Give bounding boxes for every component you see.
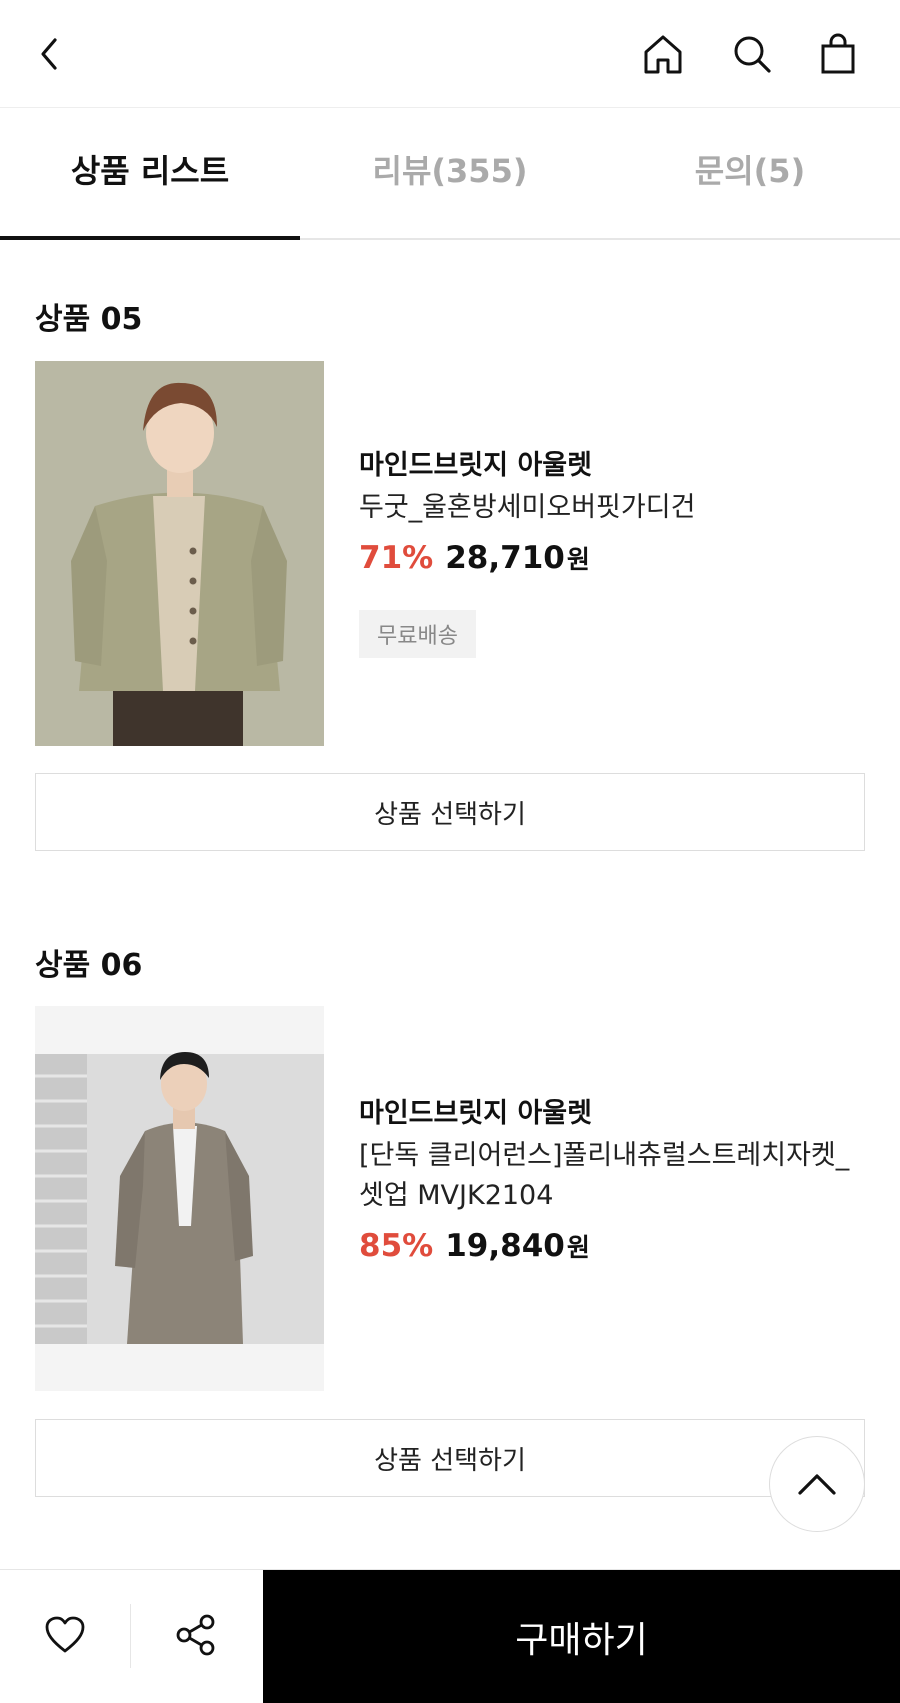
discount-rate: 85% xyxy=(359,1228,434,1264)
select-product-button[interactable]: 상품 선택하기 xyxy=(35,773,865,851)
price: 28,710 xyxy=(445,540,565,576)
product-name[interactable]: 두굿_울혼방세미오버핏가디건 xyxy=(359,488,879,528)
search-icon[interactable] xyxy=(726,28,778,80)
bottom-action-bar: 구매하기 xyxy=(0,1569,900,1703)
product-info: 마인드브릿지 아울렛 두굿_울혼방세미오버핏가디건 71% 28,710 원 무… xyxy=(359,446,879,658)
product-name[interactable]: [단독 클리어런스]폴리내츄럴스트레치자켓_ xyxy=(359,1136,879,1176)
divider xyxy=(130,1604,131,1668)
tab-label: 리뷰(355) xyxy=(372,152,528,190)
tab-product-list[interactable]: 상품 리스트 xyxy=(0,108,300,240)
price-row: 71% 28,710 원 xyxy=(359,538,879,580)
tab-bar: 상품 리스트 리뷰(355) 문의(5) xyxy=(0,108,900,240)
product-image[interactable] xyxy=(35,1006,324,1391)
buy-button-label: 구매하기 xyxy=(515,1620,648,1661)
tab-label: 상품 리스트 xyxy=(70,152,230,190)
section-title: 상품 05 xyxy=(35,302,143,337)
shopping-bag-icon[interactable] xyxy=(812,28,864,80)
brand-name[interactable]: 마인드브릿지 아울렛 xyxy=(359,446,879,486)
free-shipping-badge: 무료배송 xyxy=(359,610,476,658)
section-title: 상품 06 xyxy=(35,948,143,983)
buy-button[interactable]: 구매하기 xyxy=(263,1570,900,1703)
product-info: 마인드브릿지 아울렛 [단독 클리어런스]폴리내츄럴스트레치자켓_ 셋업 MVJ… xyxy=(359,1094,879,1268)
product-image[interactable] xyxy=(35,361,324,746)
brand-name[interactable]: 마인드브릿지 아울렛 xyxy=(359,1094,879,1134)
back-icon[interactable] xyxy=(24,28,76,80)
scroll-top-button[interactable] xyxy=(769,1436,865,1532)
select-button-label: 상품 선택하기 xyxy=(374,1445,526,1476)
discount-rate: 71% xyxy=(359,540,434,576)
currency: 원 xyxy=(566,545,590,574)
price: 19,840 xyxy=(445,1228,565,1264)
price-row: 85% 19,840 원 xyxy=(359,1226,879,1268)
select-product-button[interactable]: 상품 선택하기 xyxy=(35,1419,865,1497)
home-icon[interactable] xyxy=(637,28,689,80)
product-name-line2[interactable]: 셋업 MVJK2104 xyxy=(359,1176,879,1216)
chevron-up-icon xyxy=(798,1474,836,1495)
tab-inquiries[interactable]: 문의(5) xyxy=(600,108,900,238)
tab-reviews[interactable]: 리뷰(355) xyxy=(300,108,600,238)
tab-label: 문의(5) xyxy=(694,152,806,190)
top-header xyxy=(0,0,900,108)
currency: 원 xyxy=(566,1233,590,1262)
select-button-label: 상품 선택하기 xyxy=(374,799,526,830)
heart-icon[interactable] xyxy=(30,1600,100,1670)
share-icon[interactable] xyxy=(161,1600,231,1670)
